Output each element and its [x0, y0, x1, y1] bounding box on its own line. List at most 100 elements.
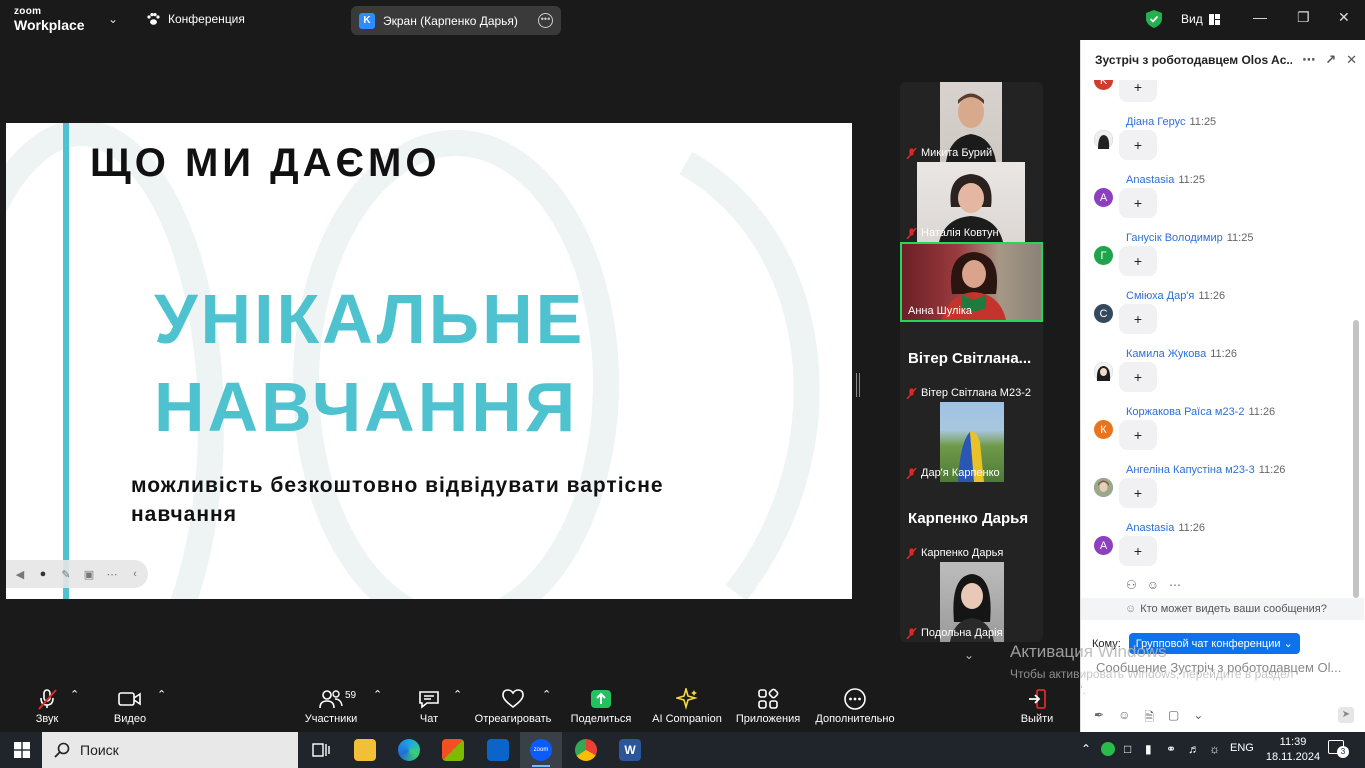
leave-icon — [1029, 689, 1046, 709]
zoom-icon: zoom — [530, 739, 552, 761]
chat-message: Г Ганусік Володимир 11:25 + — [1081, 232, 1351, 290]
collapse-icon[interactable]: ‹ — [128, 567, 142, 581]
volume-icon[interactable]: ♬ — [1188, 742, 1200, 756]
capture-icon[interactable]: ▣ — [82, 567, 96, 581]
leave-button[interactable]: Выйти — [1020, 688, 1054, 725]
edge-icon[interactable] — [398, 739, 420, 761]
minimize-icon[interactable]: — — [1253, 9, 1267, 25]
meeting-info-button[interactable]: Конференция — [146, 12, 245, 26]
react-button[interactable]: Отреагировать — [474, 688, 552, 725]
screenshot-icon[interactable]: ▢ — [1168, 708, 1179, 729]
participant-tile[interactable]: Микита Бурий — [900, 82, 1043, 162]
participant-tile-active-speaker[interactable]: Анна Шуліка — [900, 242, 1043, 322]
react-options-caret[interactable]: ⌃ — [542, 688, 551, 701]
chat-message: Камила Жукова 11:26 + — [1081, 348, 1351, 406]
chat-options-caret[interactable]: ⌃ — [453, 688, 462, 701]
file-explorer-icon[interactable] — [354, 739, 376, 761]
send-icon[interactable]: ➤ — [1338, 707, 1354, 723]
more-icon[interactable]: ⋯ — [1169, 578, 1181, 592]
audio-button[interactable]: Звук — [30, 688, 64, 725]
paw-icon — [147, 13, 160, 25]
more-options-icon[interactable]: ••• — [538, 13, 553, 28]
windows-taskbar: Поиск zoom W ⌃ □ ▮ ⚭ ♬ ☼ ENG 11:39 18.11… — [0, 732, 1365, 768]
tray-icon[interactable]: □ — [1124, 742, 1131, 756]
task-view-icon[interactable] — [310, 739, 332, 761]
pen-icon[interactable]: ✎ — [59, 567, 73, 581]
pop-out-icon[interactable]: ↗ — [1325, 52, 1336, 68]
shield-icon[interactable] — [1146, 10, 1162, 28]
chevron-down-icon[interactable]: ⌄ — [964, 648, 974, 662]
windows-start-icon[interactable] — [14, 742, 30, 758]
participants-count: 59 — [345, 690, 357, 701]
windows-activation-watermark: Активация Windows — [1010, 642, 1167, 661]
video-options-caret[interactable]: ⌃ — [157, 688, 166, 701]
more-icon — [844, 688, 866, 710]
language-indicator[interactable]: ENG — [1230, 742, 1254, 754]
wifi-icon[interactable]: ☼ — [1209, 742, 1220, 756]
participant-tile[interactable]: Дар'я Карпенко — [900, 402, 1043, 482]
who-can-see-link[interactable]: ☺ Кто может видеть ваши сообщения? — [1081, 598, 1364, 620]
participants-options-caret[interactable]: ⌃ — [373, 688, 382, 701]
file-icon[interactable]: 🗎 — [1144, 708, 1154, 729]
close-icon[interactable]: ✕ — [1338, 9, 1350, 26]
avatar — [1094, 478, 1113, 497]
participant-tile[interactable]: Наталія Ковтун — [900, 162, 1043, 242]
view-button[interactable]: Вид — [1181, 12, 1220, 26]
chat-header: Зустріч з роботодавцем Olos Ac... ⋯ ↗ ✕ — [1081, 40, 1365, 80]
chevron-down-icon[interactable]: ⌄ — [108, 12, 118, 26]
audio-options-caret[interactable]: ⌃ — [70, 688, 79, 701]
avatar: Г — [1094, 246, 1113, 265]
emoji-icon[interactable]: ☺ — [1118, 708, 1130, 729]
outlook-icon[interactable] — [487, 739, 509, 761]
close-icon[interactable]: ✕ — [1346, 52, 1357, 68]
video-button[interactable]: Видео — [110, 688, 150, 725]
zoom-logo[interactable]: zoom Workplace — [14, 7, 85, 33]
share-screen-icon — [591, 690, 611, 708]
share-button[interactable]: Поделиться — [570, 688, 632, 725]
more-icon[interactable]: ⋯ — [105, 567, 119, 581]
screen-share-pill[interactable]: K Экран (Карпенко Дарья) ••• — [351, 6, 561, 35]
slide-title: ЩО МИ ДАЄМО — [90, 141, 441, 185]
chat-message: Ангеліна Капустіна м23-3 11:26 + — [1081, 464, 1351, 522]
more-button[interactable]: Дополнительно — [814, 688, 896, 725]
slide-subtext: можливість безкоштовно відвідувати варті… — [131, 474, 664, 526]
mic-muted-icon — [906, 227, 917, 239]
participant-tile[interactable]: Вітер Світлана... Вітер Світлана М23-2 — [900, 322, 1043, 402]
prev-icon[interactable]: ◀ — [13, 567, 27, 581]
tray-app-icon[interactable] — [1101, 742, 1115, 756]
chat-scrollbar[interactable] — [1353, 320, 1359, 598]
taskbar-clock[interactable]: 11:39 18.11.2024 — [1263, 735, 1323, 765]
heart-icon — [502, 689, 524, 709]
avatar — [1094, 130, 1113, 149]
zoom-taskbar-active[interactable]: zoom — [520, 732, 562, 768]
chrome-icon[interactable] — [575, 739, 597, 761]
ai-companion-button[interactable]: AI Companion — [650, 688, 724, 725]
annotation-toolbar: ◀ ● ✎ ▣ ⋯ ‹ — [6, 560, 148, 588]
store-icon[interactable] — [442, 739, 464, 761]
apps-button[interactable]: Приложения — [734, 688, 802, 725]
notifications-icon[interactable]: 3 — [1328, 740, 1349, 758]
sparkle-icon — [676, 688, 698, 710]
word-icon[interactable]: W — [619, 739, 641, 761]
headphones-icon[interactable]: ⚭ — [1166, 742, 1176, 756]
participant-tile[interactable]: Карпенко Дарья Карпенко Дарья — [900, 482, 1043, 562]
pointer-icon[interactable]: ● — [36, 567, 50, 581]
more-options-icon[interactable]: ⋯ — [1302, 52, 1315, 68]
emoji-icon[interactable]: ☺ — [1147, 578, 1159, 592]
chevron-down-icon[interactable]: ⌄ — [1193, 708, 1203, 729]
resize-handle[interactable] — [856, 373, 860, 397]
format-icon[interactable]: ✒ — [1094, 708, 1104, 729]
participant-tile[interactable]: Подольна Дарія — [900, 562, 1043, 642]
reply-icon[interactable]: ⚇ — [1126, 578, 1137, 592]
avatar: A — [1094, 536, 1113, 555]
mic-muted-icon — [906, 627, 917, 639]
restore-icon[interactable]: ❐ — [1297, 9, 1310, 26]
chevron-up-icon[interactable]: ⌃ — [1081, 742, 1091, 756]
battery-icon[interactable]: ▮ — [1145, 742, 1152, 756]
mic-muted-icon — [906, 387, 917, 399]
taskbar-search[interactable]: Поиск — [42, 732, 298, 768]
chat-message-list[interactable]: K + Діана Герус 11:25 + A Anastasia 11:25 … — [1081, 80, 1365, 605]
chat-title: Зустріч з роботодавцем Olos Ac... — [1095, 53, 1293, 67]
chat-button[interactable]: Чат — [414, 688, 444, 725]
composer-toolbar: ✒ ☺ 🗎 ▢ ⌄ — [1094, 708, 1203, 729]
